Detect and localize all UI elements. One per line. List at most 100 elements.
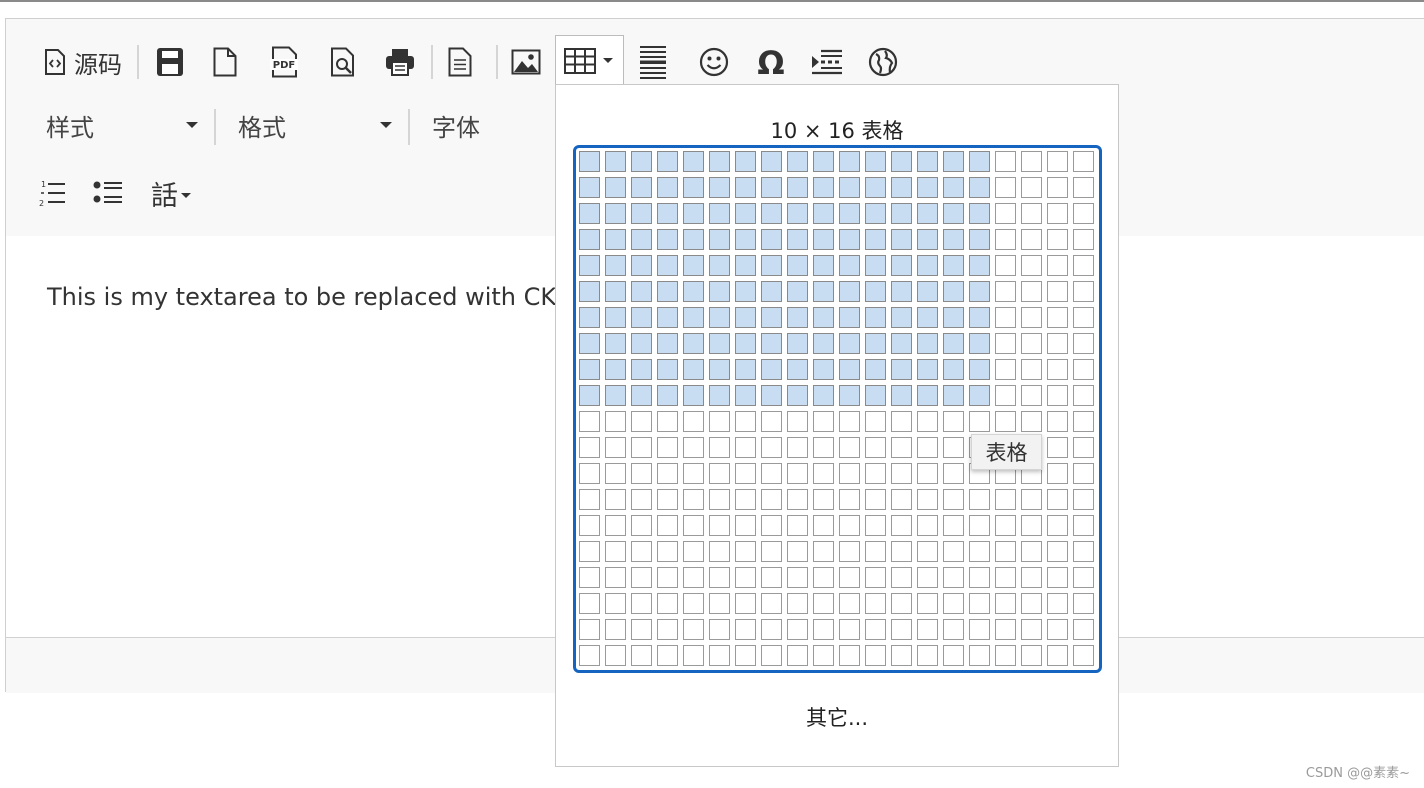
table-cell[interactable] — [865, 437, 886, 458]
table-cell-selected[interactable] — [709, 177, 730, 198]
table-cell-selected[interactable] — [579, 281, 600, 302]
table-cell-selected[interactable] — [657, 177, 678, 198]
table-cell-selected[interactable] — [683, 229, 704, 250]
table-cell[interactable] — [631, 593, 652, 614]
table-cell-selected[interactable] — [631, 229, 652, 250]
table-cell-selected[interactable] — [657, 359, 678, 380]
table-cell-selected[interactable] — [865, 255, 886, 276]
table-cell[interactable] — [631, 515, 652, 536]
table-cell[interactable] — [761, 437, 782, 458]
table-cell-selected[interactable] — [969, 385, 990, 406]
table-cell[interactable] — [1047, 177, 1068, 198]
table-cell[interactable] — [943, 411, 964, 432]
table-cell[interactable] — [709, 567, 730, 588]
table-cell[interactable] — [1047, 229, 1068, 250]
table-cell-selected[interactable] — [865, 333, 886, 354]
table-cell-selected[interactable] — [605, 255, 626, 276]
print-button[interactable] — [380, 41, 420, 83]
format-combo[interactable]: 格式 — [230, 105, 402, 145]
table-cell-selected[interactable] — [839, 229, 860, 250]
table-cell[interactable] — [683, 645, 704, 666]
table-cell-selected[interactable] — [709, 333, 730, 354]
table-cell[interactable] — [1047, 437, 1068, 458]
table-cell[interactable] — [735, 411, 756, 432]
table-cell[interactable] — [787, 463, 808, 484]
table-cell-selected[interactable] — [761, 177, 782, 198]
table-cell-selected[interactable] — [891, 229, 912, 250]
table-cell-selected[interactable] — [579, 203, 600, 224]
export-pdf-button[interactable]: PDF — [264, 41, 304, 83]
table-cell-selected[interactable] — [605, 307, 626, 328]
table-cell[interactable] — [891, 619, 912, 640]
table-cell[interactable] — [1073, 411, 1094, 432]
table-cell[interactable] — [605, 541, 626, 562]
table-cell[interactable] — [917, 567, 938, 588]
table-cell-selected[interactable] — [891, 333, 912, 354]
table-cell-selected[interactable] — [605, 281, 626, 302]
table-cell-selected[interactable] — [943, 203, 964, 224]
table-cell[interactable] — [839, 489, 860, 510]
table-cell-selected[interactable] — [657, 281, 678, 302]
table-cell-selected[interactable] — [579, 333, 600, 354]
table-cell[interactable] — [657, 489, 678, 510]
table-cell[interactable] — [709, 541, 730, 562]
table-cell[interactable] — [1047, 463, 1068, 484]
table-cell-selected[interactable] — [891, 151, 912, 172]
table-cell[interactable] — [943, 515, 964, 536]
table-cell[interactable] — [813, 645, 834, 666]
table-cell[interactable] — [969, 541, 990, 562]
table-cell-selected[interactable] — [943, 333, 964, 354]
table-cell[interactable] — [1073, 255, 1094, 276]
table-cell[interactable] — [605, 645, 626, 666]
table-cell[interactable] — [1047, 151, 1068, 172]
table-cell[interactable] — [1021, 645, 1042, 666]
table-cell[interactable] — [761, 593, 782, 614]
table-cell[interactable] — [1021, 385, 1042, 406]
table-cell[interactable] — [605, 593, 626, 614]
table-cell[interactable] — [1047, 489, 1068, 510]
iframe-button[interactable] — [862, 41, 904, 83]
table-button[interactable] — [555, 35, 624, 87]
table-cell-selected[interactable] — [735, 203, 756, 224]
table-cell[interactable] — [813, 541, 834, 562]
table-cell-selected[interactable] — [813, 307, 834, 328]
table-cell-selected[interactable] — [969, 177, 990, 198]
table-cell[interactable] — [1021, 333, 1042, 354]
table-cell[interactable] — [943, 437, 964, 458]
table-cell[interactable] — [813, 567, 834, 588]
table-cell-selected[interactable] — [813, 281, 834, 302]
table-cell[interactable] — [1073, 619, 1094, 640]
table-cell[interactable] — [761, 489, 782, 510]
table-cell[interactable] — [995, 541, 1016, 562]
table-cell[interactable] — [1021, 567, 1042, 588]
more-tables-link[interactable]: 其它... — [556, 702, 1118, 732]
table-cell-selected[interactable] — [605, 359, 626, 380]
source-button[interactable]: 源码 — [34, 41, 132, 83]
table-cell-selected[interactable] — [709, 229, 730, 250]
numbered-list-button[interactable]: 1 2 — [34, 173, 70, 213]
table-cell-selected[interactable] — [579, 151, 600, 172]
table-cell[interactable] — [579, 411, 600, 432]
table-cell[interactable] — [1021, 619, 1042, 640]
table-cell[interactable] — [631, 437, 652, 458]
table-cell-selected[interactable] — [891, 307, 912, 328]
table-cell[interactable] — [839, 567, 860, 588]
table-cell-selected[interactable] — [735, 333, 756, 354]
table-cell-selected[interactable] — [839, 203, 860, 224]
table-cell[interactable] — [761, 567, 782, 588]
table-cell-selected[interactable] — [813, 359, 834, 380]
table-cell[interactable] — [969, 489, 990, 510]
table-cell[interactable] — [787, 541, 808, 562]
templates-button[interactable] — [442, 41, 478, 83]
table-cell[interactable] — [709, 515, 730, 536]
table-cell-selected[interactable] — [943, 359, 964, 380]
table-cell-selected[interactable] — [891, 359, 912, 380]
table-cell[interactable] — [761, 411, 782, 432]
table-cell-selected[interactable] — [579, 307, 600, 328]
table-cell-selected[interactable] — [605, 333, 626, 354]
table-cell[interactable] — [631, 489, 652, 510]
table-cell[interactable] — [995, 307, 1016, 328]
table-cell[interactable] — [1021, 593, 1042, 614]
table-cell-selected[interactable] — [891, 281, 912, 302]
table-cell-selected[interactable] — [839, 307, 860, 328]
